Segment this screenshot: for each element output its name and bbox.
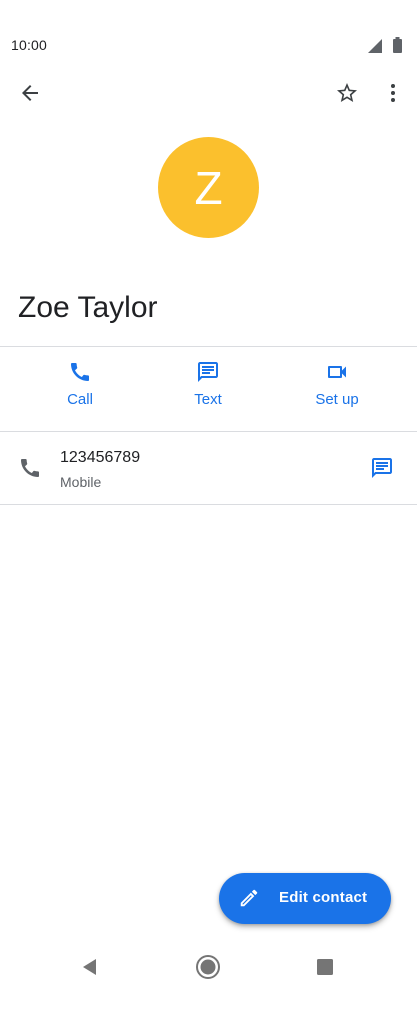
back-button[interactable] <box>10 73 50 113</box>
nav-back-icon <box>83 959 96 975</box>
phone-number-row[interactable]: 123456789 Mobile <box>0 433 417 504</box>
call-action-label: Call <box>67 391 93 408</box>
battery-icon <box>393 37 402 53</box>
message-icon <box>372 458 392 478</box>
call-action-button[interactable]: Call <box>20 360 140 422</box>
text-action-button[interactable]: Text <box>148 360 268 422</box>
edit-contact-button[interactable]: Edit contact <box>219 873 391 924</box>
nav-recents-icon <box>317 959 333 975</box>
divider <box>0 431 417 432</box>
phone-number: 123456789 <box>60 449 141 466</box>
phone-icon <box>71 363 89 381</box>
nav-recents-button[interactable] <box>303 945 347 989</box>
system-navigation-bar <box>0 940 417 996</box>
favorite-button[interactable] <box>327 73 367 113</box>
signal-icon <box>368 39 382 53</box>
video-setup-action-button[interactable]: Set up <box>277 360 397 422</box>
divider <box>0 346 417 347</box>
divider <box>0 504 417 505</box>
more-vert-icon <box>391 84 395 102</box>
videocam-icon <box>328 366 346 378</box>
phone-icon <box>21 459 39 477</box>
pencil-icon <box>240 889 258 907</box>
nav-home-button[interactable] <box>186 945 230 989</box>
more-options-button[interactable] <box>373 73 413 113</box>
message-icon <box>198 362 218 382</box>
arrow-back-icon <box>22 85 38 101</box>
text-action-label: Text <box>194 391 222 408</box>
nav-back-button[interactable] <box>68 945 112 989</box>
contact-avatar: Z <box>158 137 259 238</box>
avatar-letter: Z <box>194 161 223 214</box>
video-setup-action-label: Set up <box>315 391 359 408</box>
phone-type-label: Mobile <box>60 474 102 490</box>
nav-home-icon <box>196 955 220 979</box>
send-message-button[interactable] <box>362 448 402 488</box>
star-outline-icon <box>337 83 357 102</box>
status-time: 10:00 <box>11 37 48 53</box>
contact-name: Zoe Taylor <box>18 291 158 324</box>
edit-contact-label: Edit contact <box>279 889 368 906</box>
